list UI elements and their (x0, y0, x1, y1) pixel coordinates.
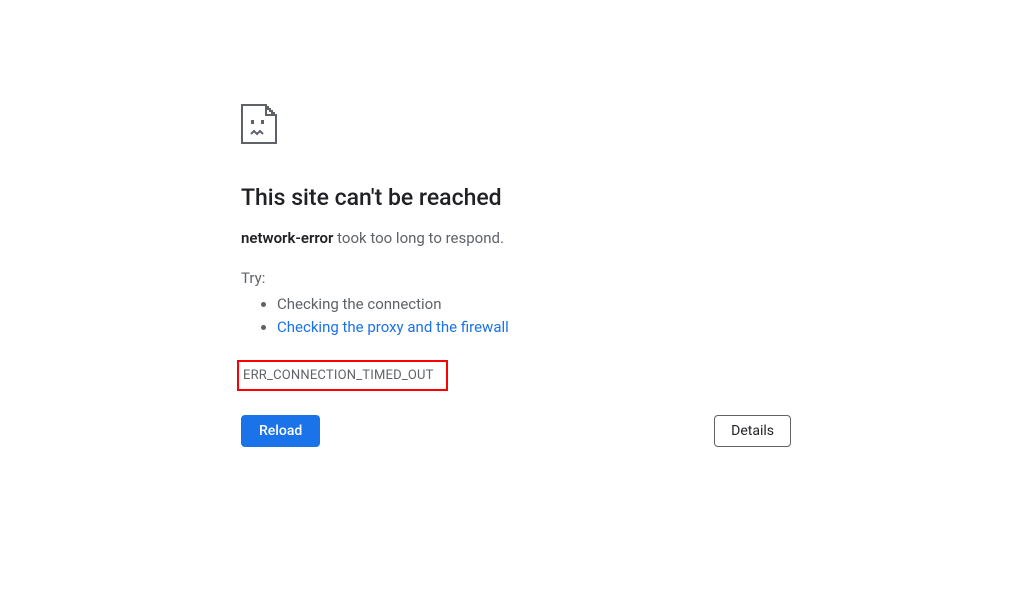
try-label: Try: (241, 269, 791, 287)
suggestion-item: Checking the connection (277, 293, 791, 316)
error-host: network-error (241, 229, 333, 247)
error-subtitle: network-error took too long to respond. (241, 229, 791, 247)
sad-page-icon (241, 104, 277, 144)
suggestion-text: Checking the connection (277, 295, 442, 313)
suggestion-link[interactable]: Checking the proxy and the firewall (277, 318, 509, 336)
suggestion-item: Checking the proxy and the firewall (277, 316, 791, 339)
button-row: Reload Details (241, 415, 791, 447)
reload-button[interactable]: Reload (241, 415, 320, 447)
error-subtitle-suffix: took too long to respond. (333, 229, 504, 247)
error-code-highlight: ERR_CONNECTION_TIMED_OUT (237, 360, 448, 391)
error-page-content: This site can't be reached network-error… (241, 104, 791, 391)
error-title: This site can't be reached (241, 184, 791, 211)
suggestion-list: Checking the connection Checking the pro… (241, 293, 791, 338)
error-code: ERR_CONNECTION_TIMED_OUT (243, 368, 434, 383)
details-button[interactable]: Details (714, 415, 791, 447)
